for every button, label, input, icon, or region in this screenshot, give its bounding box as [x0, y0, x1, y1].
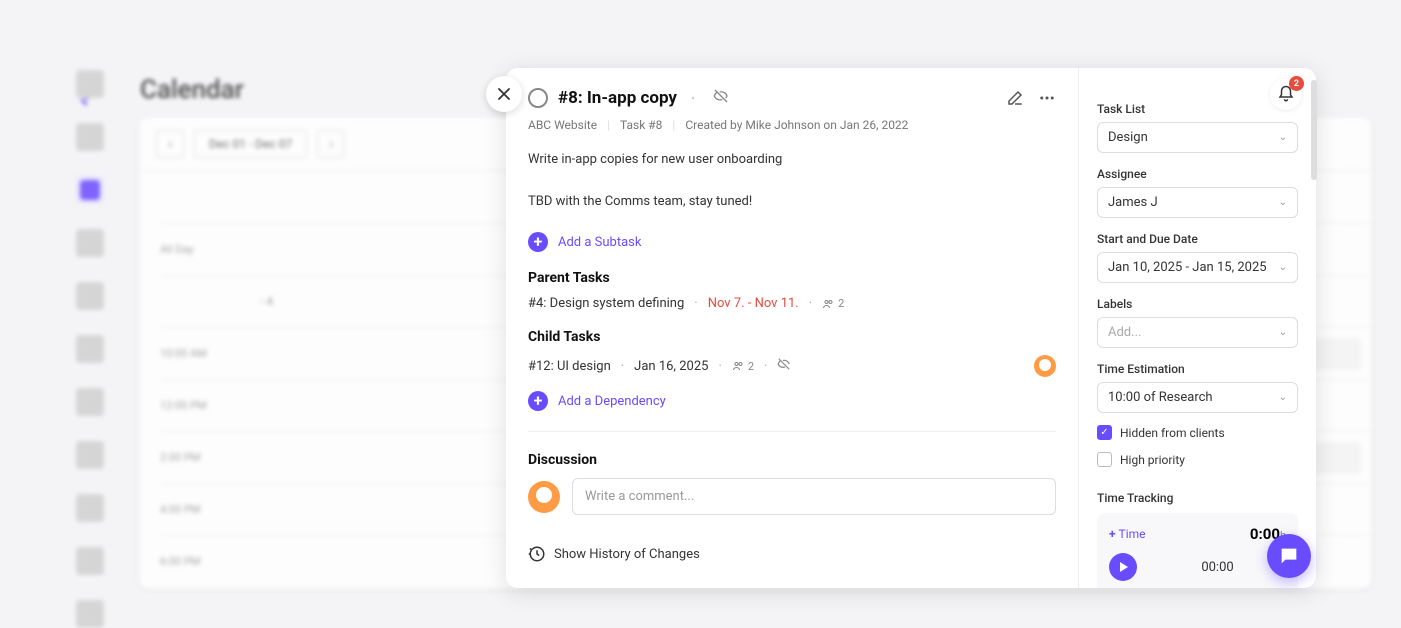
nav-icon[interactable]	[76, 441, 104, 469]
assignee-select[interactable]: James J ⌄	[1097, 187, 1298, 218]
task-modal: #8: In-app copy · ABC Website | Task #8 …	[506, 68, 1316, 588]
chevron-down-icon: ⌄	[1279, 327, 1287, 338]
parent-task-row[interactable]: #4: Design system defining · Nov 7. - No…	[528, 296, 1056, 311]
show-history-button[interactable]: Show History of Changes	[528, 545, 1056, 563]
task-main-panel: #8: In-app copy · ABC Website | Task #8 …	[506, 68, 1078, 588]
hidden-icon	[777, 357, 791, 375]
more-button[interactable]	[1038, 89, 1056, 107]
chat-icon	[1278, 545, 1300, 567]
add-time-button[interactable]: + Time	[1109, 527, 1146, 541]
comment-input[interactable]	[572, 478, 1056, 515]
time-tracking-label: Time Tracking	[1097, 491, 1298, 505]
history-icon	[528, 545, 546, 563]
hidden-checkbox-row[interactable]: ✓ Hidden from clients	[1097, 425, 1298, 440]
chevron-down-icon: ⌄	[1279, 132, 1287, 143]
task-complete-checkbox[interactable]	[528, 88, 548, 108]
timer-display: 00:00	[1149, 560, 1286, 575]
notification-badge: 2	[1289, 76, 1304, 91]
dates-label: Start and Due Date	[1097, 232, 1298, 246]
hidden-checkbox[interactable]: ✓	[1097, 425, 1112, 440]
notifications-button[interactable]: 2	[1270, 78, 1302, 110]
chevron-down-icon: ⌄	[1279, 262, 1287, 273]
created-by: Created by Mike Johnson on Jan 26, 2022	[685, 118, 908, 132]
nav-icon[interactable]	[76, 388, 104, 416]
next-week-button[interactable]: ›	[317, 130, 345, 158]
timer-play-button[interactable]	[1109, 553, 1137, 581]
edit-icon	[1006, 89, 1024, 107]
scrollbar[interactable]	[1311, 80, 1317, 180]
time-est-label: Time Estimation	[1097, 362, 1298, 376]
task-ref: Task #8	[620, 118, 662, 132]
child-tasks-heading: Child Tasks	[528, 329, 1056, 345]
priority-checkbox[interactable]	[1097, 452, 1112, 467]
more-icon	[1038, 89, 1056, 107]
parent-tasks-heading: Parent Tasks	[528, 270, 1056, 286]
labels-label: Labels	[1097, 297, 1298, 311]
hidden-icon	[713, 88, 729, 108]
child-task-row[interactable]: #12: UI design · Jan 16, 2025 · 2 ·	[528, 355, 1056, 377]
add-dependency-button[interactable]: + Add a Dependency	[528, 391, 1056, 411]
nav-icon[interactable]	[76, 494, 104, 522]
labels-select[interactable]: Add... ⌄	[1097, 317, 1298, 348]
dates-select[interactable]: Jan 10, 2025 - Jan 15, 2025 ⌄	[1097, 252, 1298, 283]
chevron-down-icon: ⌄	[1279, 392, 1287, 403]
time-est-select[interactable]: 10:00 of Research ⌄	[1097, 382, 1298, 413]
assignee-label: Assignee	[1097, 167, 1298, 181]
task-meta: ABC Website | Task #8 | Created by Mike …	[528, 118, 1056, 132]
priority-checkbox-row[interactable]: High priority	[1097, 452, 1298, 467]
nav-icon[interactable]	[76, 229, 104, 257]
calendar-nav-icon[interactable]	[76, 176, 104, 204]
plus-icon: +	[528, 232, 548, 252]
task-sidebar: 2 Task List Design ⌄ Assignee James J ⌄ …	[1078, 68, 1316, 588]
chevron-down-icon: ⌄	[1279, 197, 1287, 208]
edit-button[interactable]	[1006, 89, 1024, 107]
user-avatar	[528, 481, 560, 513]
date-range[interactable]: Dec 01 - Dec 07	[194, 130, 307, 158]
nav-icon[interactable]	[76, 123, 104, 151]
task-description: Write in-app copies for new user onboard…	[528, 150, 1056, 212]
chat-button[interactable]	[1267, 534, 1311, 578]
discussion-heading: Discussion	[528, 452, 1056, 468]
nav-icon[interactable]	[76, 335, 104, 363]
close-modal-button[interactable]	[486, 76, 522, 112]
task-list-label: Task List	[1097, 102, 1298, 116]
nav-icon[interactable]	[76, 600, 104, 628]
nav-icon[interactable]	[76, 547, 104, 575]
task-title: #8: In-app copy	[558, 88, 677, 108]
page-title: Calendar	[140, 75, 244, 105]
assignee-avatar	[1034, 355, 1056, 377]
people-icon: 2	[732, 360, 754, 373]
prev-week-button[interactable]: ‹	[156, 130, 184, 158]
nav-icon[interactable]	[76, 70, 104, 98]
project-name[interactable]: ABC Website	[528, 118, 597, 132]
plus-icon: +	[528, 391, 548, 411]
nav-icon[interactable]	[76, 282, 104, 310]
people-icon: 2	[822, 297, 844, 310]
task-list-select[interactable]: Design ⌄	[1097, 122, 1298, 153]
close-icon	[497, 87, 511, 101]
add-subtask-button[interactable]: + Add a Subtask	[528, 232, 1056, 252]
